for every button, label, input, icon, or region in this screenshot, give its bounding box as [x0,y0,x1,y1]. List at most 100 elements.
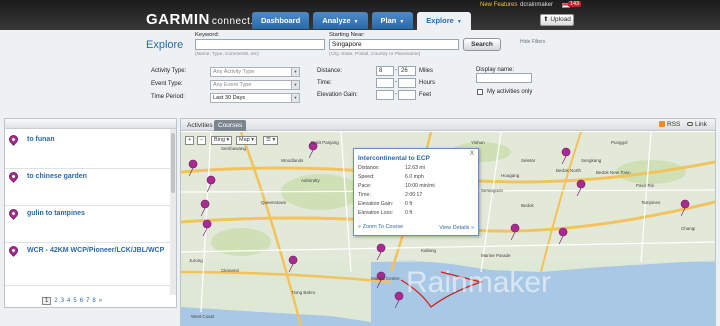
event-type-select[interactable]: Any Event Type ▼ [210,80,300,90]
starting-near-input[interactable]: Singapore [329,39,459,50]
elevation-min-input[interactable] [376,90,394,100]
new-features-link[interactable]: New Features [480,2,517,8]
page-link[interactable]: 4 [67,298,70,304]
list-item[interactable]: gulin to tampines [5,207,176,243]
range-dash: - [395,67,397,73]
tab-plan-label: Plan [380,16,397,25]
keyword-input[interactable] [195,39,325,50]
garmin-connect-logo[interactable]: GARMIN connect. [146,11,254,28]
popup-row-value: 12.63 mi [405,165,425,171]
page-link[interactable]: 6 [80,298,83,304]
tab-activities[interactable]: Activities [183,120,217,131]
map-layers-button[interactable]: ☰ ▾ [263,136,279,145]
view-details-link[interactable]: View Details » [439,225,474,231]
zoom-out-button[interactable]: − [197,136,207,145]
distance-unit: Miles [419,68,434,74]
course-name[interactable]: to funan [27,135,167,144]
map-provider-select[interactable]: Bing ▾ [211,136,233,145]
popup-row-value: 6.0 mph [405,174,424,180]
popup-row-value: 10:00 min/mi [405,183,435,189]
list-item[interactable]: WCR - 42KM WCP/Pioneer/LCK/JBL/WCP [5,244,176,286]
list-item[interactable]: to funan [5,133,176,169]
map-label: Changi [681,226,695,231]
map-label: Bedok New Town [596,170,631,175]
starting-near-hint: (City, State, Postal, Country or Placena… [329,52,421,57]
next-page-link[interactable]: » [99,298,102,304]
hide-filters-link[interactable]: Hide Filters [520,39,545,45]
popup-row: Speed: 6.0 mph [358,174,424,180]
page-link[interactable]: 8 [92,298,95,304]
page-link-current[interactable]: 1 [42,297,52,305]
chevron-down-icon: ▼ [291,94,299,102]
magnifier-icon: ⌕ [358,224,362,230]
username-link[interactable]: dcrainmaker [520,2,553,8]
chevron-down-icon: ▼ [353,19,359,25]
mail-count-badge[interactable]: 143 [568,1,582,7]
list-item[interactable]: to chinese garden [5,170,176,206]
page-link[interactable]: 5 [73,298,76,304]
main-nav: Dashboard Analyze ▼ Plan ▼ Explore ▼ [252,12,471,30]
popup-row-label: Distance: [358,165,380,171]
keyword-label: Keyword: [195,32,220,38]
popup-row: Time: 2:06:17 [358,192,422,198]
map-label: Jurong [189,258,203,263]
tab-analyze[interactable]: Analyze ▼ [313,12,368,29]
results-scrollbar[interactable] [170,129,176,295]
zoom-in-button[interactable]: + [185,136,195,145]
popup-title[interactable]: Intercontinental to ECP [358,155,430,162]
course-name[interactable]: gulin to tampines [27,209,167,218]
close-icon[interactable]: X [470,151,474,157]
time-max-input[interactable] [398,78,416,88]
popup-row-label: Pace: [358,183,372,189]
activity-type-select[interactable]: Any Activity Type ▼ [210,67,300,77]
chevron-down-icon: ▼ [399,19,405,25]
map-label: Marina Centre [371,276,400,281]
map-pin-icon [7,244,20,257]
map-label: Queenstown [261,200,287,205]
elevation-max-input[interactable] [398,90,416,100]
course-name[interactable]: to chinese garden [27,172,167,181]
display-name-input[interactable] [476,73,532,83]
my-activities-checkbox[interactable] [477,89,483,95]
distance-max-input[interactable]: 26 [398,66,416,76]
range-dash: - [395,79,397,85]
results-panel-header [5,119,176,129]
map-label: Clementi [221,268,239,273]
pagination: 1 2 3 4 5 6 7 8 » [5,295,176,307]
search-button[interactable]: Search [463,38,501,51]
page-link[interactable]: 3 [61,298,64,304]
watermark-text: Rainmaker [406,266,551,299]
rss-link[interactable]: RSS [659,121,680,128]
permalink[interactable]: Link [687,121,707,128]
popup-row-label: Elevation Gain: [358,201,394,207]
tab-courses[interactable]: Courses [214,120,247,131]
zoom-to-course-link[interactable]: ⌕ Zoom To Course [358,224,403,231]
course-name[interactable]: WCR - 42KM WCP/Pioneer/LCK/JBL/WCP [27,246,167,255]
popup-row: Distance: 12.63 mi [358,165,425,171]
map-pin-icon [7,207,20,220]
tab-plan[interactable]: Plan ▼ [371,12,414,29]
map-label: Kallang [421,248,437,253]
time-label: Time: [317,80,332,86]
event-type-value: Any Event Type [213,82,252,88]
scrollbar-thumb[interactable] [171,133,175,193]
time-period-select[interactable]: Last 30 Days ▼ [210,93,300,103]
time-min-input[interactable] [376,78,394,88]
tab-explore-label: Explore [426,16,454,25]
link-label: Link [695,121,707,128]
logo-product: connect. [211,16,254,27]
map-label: Pasir Ris [636,183,655,188]
page-link[interactable]: 2 [54,298,57,304]
tab-dashboard[interactable]: Dashboard [252,12,310,29]
distance-min-input[interactable]: 8 [376,66,394,76]
tab-explore[interactable]: Explore ▼ [417,12,471,30]
map-type-value: Map [239,137,250,143]
starting-near-label: Starting Near: [329,32,365,38]
chevron-down-icon: ▼ [291,81,299,89]
map-pin-icon [7,170,20,183]
popup-row: Elevation Loss: 0 ft [358,210,412,216]
map-type-select[interactable]: Map ▾ [236,136,257,145]
page-link[interactable]: 7 [86,298,89,304]
elevation-gain-label: Elevation Gain: [317,92,358,98]
upload-button[interactable]: ⬆ Upload [540,14,574,26]
